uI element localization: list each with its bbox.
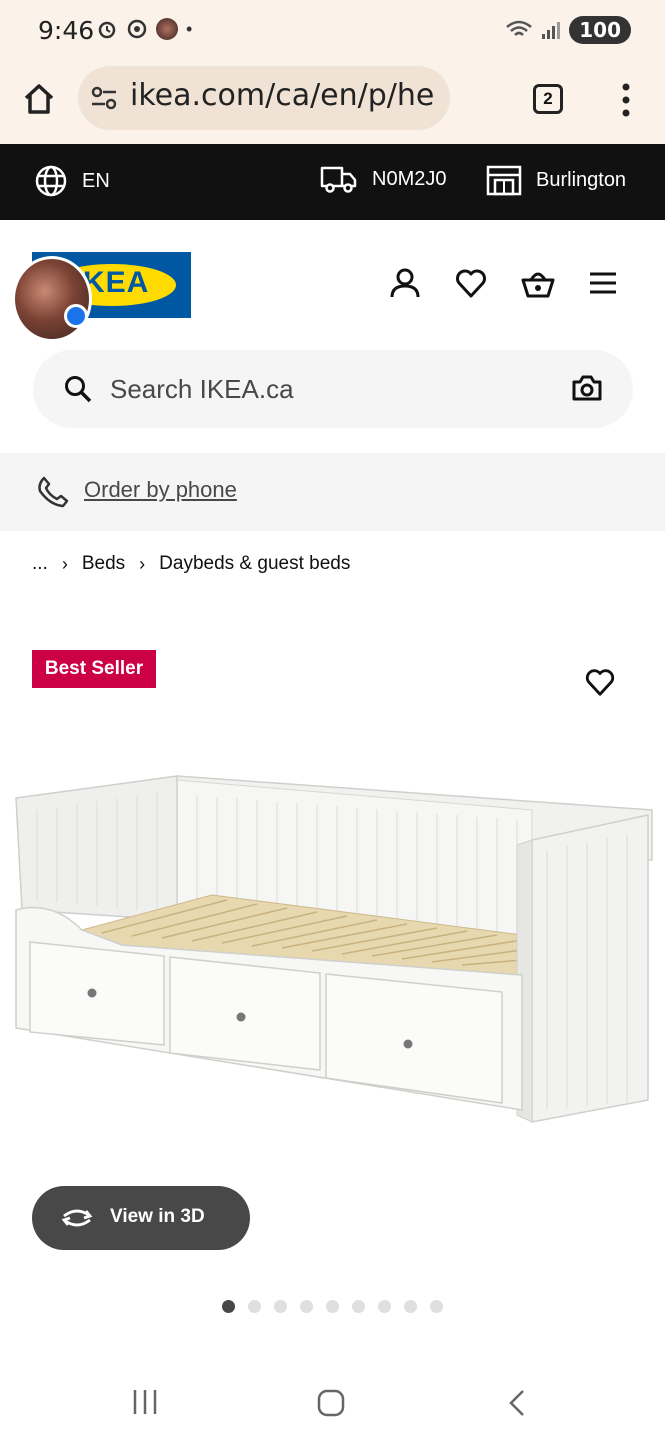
carousel-dot[interactable] [274,1300,287,1313]
store-icon [486,165,522,196]
floating-chat-avatar[interactable] [12,256,92,342]
ikea-top-bar: EN N0M2J0 Burlington [0,144,665,220]
cart-icon[interactable] [520,266,556,300]
alarm-icon [98,21,116,39]
signal-icon [542,22,561,39]
status-bar: 9:46 • 100 [0,0,665,60]
header-actions [388,266,618,300]
back-icon[interactable] [505,1388,529,1418]
language-selector[interactable]: EN [34,164,110,198]
more-vert-icon[interactable] [620,82,632,118]
breadcrumb-ellipsis[interactable]: ... [32,553,48,575]
chrome-icon [127,19,147,39]
carousel-dot[interactable] [352,1300,365,1313]
home-nav-icon[interactable] [316,1388,346,1418]
menu-icon[interactable] [588,270,618,296]
wifi-icon [506,20,533,36]
view-in-3d-button[interactable]: View in 3D [32,1186,250,1250]
carousel-dot[interactable] [248,1300,261,1313]
address-bar[interactable]: ikea.com/ca/en/p/he [78,66,450,130]
order-by-phone-banner[interactable]: Order by phone [0,453,665,531]
camera-icon[interactable] [571,374,603,402]
search-icon [65,376,92,403]
recent-apps-icon[interactable] [132,1388,158,1416]
carousel-dot[interactable] [378,1300,391,1313]
chat-bubble-icon [64,304,88,328]
order-by-phone-link[interactable]: Order by phone [84,477,237,503]
carousel-dot[interactable] [404,1300,417,1313]
tab-switcher-button[interactable]: 2 [533,84,563,114]
notification-avatar-icon [156,18,178,40]
breadcrumb-beds[interactable]: Beds [82,553,125,575]
carousel-dot[interactable] [326,1300,339,1313]
breadcrumb: ... › Beds › Daybeds & guest beds [32,553,350,575]
language-label: EN [82,169,110,192]
status-time: 9:46 [38,16,95,45]
url-text: ikea.com/ca/en/p/he [130,78,435,113]
favorite-heart-icon[interactable] [584,666,616,698]
battery-indicator: 100 [569,16,631,44]
store-label: Burlington [536,168,627,191]
carousel-dot[interactable] [300,1300,313,1313]
browser-toolbar: ikea.com/ca/en/p/he 2 [0,60,665,144]
rotate-3d-icon [61,1209,93,1227]
store-selector[interactable]: Burlington [486,164,626,196]
more-notifications-icon: • [186,18,193,39]
chevron-right-icon: › [139,553,146,574]
product-image-daybed[interactable] [12,770,654,1130]
image-carousel-indicator [222,1300,443,1313]
carousel-dot[interactable] [222,1300,235,1313]
truck-icon [320,166,357,193]
search-bar[interactable]: Search IKEA.ca [33,350,633,428]
best-seller-badge: Best Seller [32,650,156,688]
heart-icon[interactable] [454,266,488,300]
postal-code-label: N0M2J0 [372,167,447,190]
delivery-postal-code[interactable]: N0M2J0 [320,164,446,194]
status-right: 100 [505,16,631,44]
chevron-right-icon: › [61,553,68,574]
site-settings-icon[interactable] [90,84,118,112]
view-in-3d-label: View in 3D [110,1206,205,1227]
search-placeholder: Search IKEA.ca [110,374,294,404]
home-icon[interactable] [22,82,56,116]
status-notification-icons: • [96,18,192,40]
breadcrumb-daybeds[interactable]: Daybeds & guest beds [159,553,350,575]
globe-icon [35,165,67,197]
carousel-dot[interactable] [430,1300,443,1313]
profile-icon[interactable] [388,266,422,300]
system-navigation-bar [0,1368,665,1440]
phone-icon [38,476,69,508]
